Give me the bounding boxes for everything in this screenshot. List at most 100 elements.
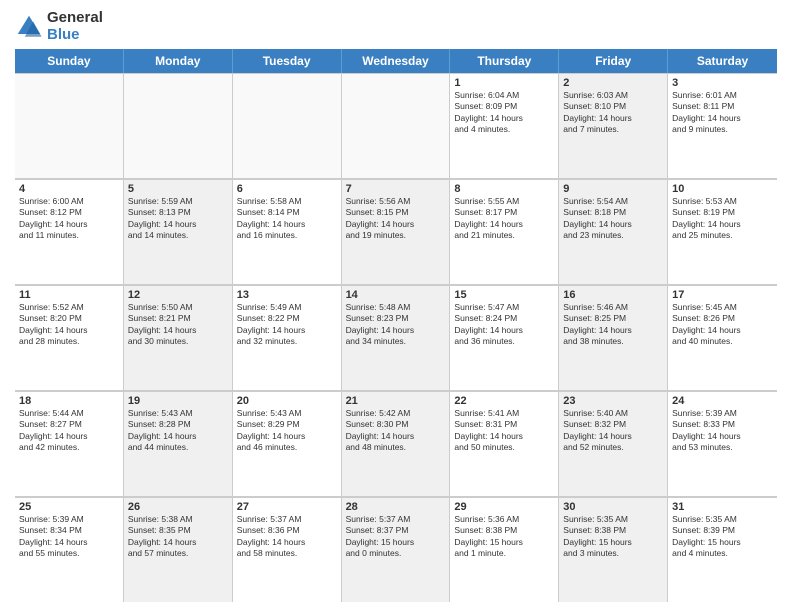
calendar-cell-3: 3Sunrise: 6:01 AM Sunset: 8:11 PM Daylig… (668, 74, 777, 178)
day-number: 16 (563, 289, 663, 301)
calendar-cell-24: 24Sunrise: 5:39 AM Sunset: 8:33 PM Dayli… (668, 392, 777, 496)
day-details: Sunrise: 5:40 AM Sunset: 8:32 PM Dayligh… (563, 408, 663, 454)
day-number: 19 (128, 395, 228, 407)
day-details: Sunrise: 5:44 AM Sunset: 8:27 PM Dayligh… (19, 408, 119, 454)
day-details: Sunrise: 5:36 AM Sunset: 8:38 PM Dayligh… (454, 514, 554, 560)
calendar-cell-2: 2Sunrise: 6:03 AM Sunset: 8:10 PM Daylig… (559, 74, 668, 178)
day-details: Sunrise: 5:37 AM Sunset: 8:37 PM Dayligh… (346, 514, 446, 560)
day-number: 21 (346, 395, 446, 407)
day-details: Sunrise: 5:59 AM Sunset: 8:13 PM Dayligh… (128, 196, 228, 242)
calendar-row-4: 25Sunrise: 5:39 AM Sunset: 8:34 PM Dayli… (15, 497, 777, 602)
logo-text: General Blue (47, 10, 103, 43)
header-day-friday: Friday (559, 49, 668, 73)
calendar-cell-26: 26Sunrise: 5:38 AM Sunset: 8:35 PM Dayli… (124, 498, 233, 602)
calendar-cell-23: 23Sunrise: 5:40 AM Sunset: 8:32 PM Dayli… (559, 392, 668, 496)
day-details: Sunrise: 5:58 AM Sunset: 8:14 PM Dayligh… (237, 196, 337, 242)
calendar-header: SundayMondayTuesdayWednesdayThursdayFrid… (15, 49, 777, 73)
day-number: 26 (128, 501, 228, 513)
day-details: Sunrise: 5:56 AM Sunset: 8:15 PM Dayligh… (346, 196, 446, 242)
calendar-row-1: 4Sunrise: 6:00 AM Sunset: 8:12 PM Daylig… (15, 179, 777, 285)
header-day-tuesday: Tuesday (233, 49, 342, 73)
day-number: 10 (672, 183, 773, 195)
calendar-cell-25: 25Sunrise: 5:39 AM Sunset: 8:34 PM Dayli… (15, 498, 124, 602)
calendar-cell-30: 30Sunrise: 5:35 AM Sunset: 8:38 PM Dayli… (559, 498, 668, 602)
day-details: Sunrise: 5:39 AM Sunset: 8:34 PM Dayligh… (19, 514, 119, 560)
day-details: Sunrise: 5:35 AM Sunset: 8:38 PM Dayligh… (563, 514, 663, 560)
day-details: Sunrise: 5:43 AM Sunset: 8:29 PM Dayligh… (237, 408, 337, 454)
calendar-cell-8: 8Sunrise: 5:55 AM Sunset: 8:17 PM Daylig… (450, 180, 559, 284)
day-number: 4 (19, 183, 119, 195)
header-day-saturday: Saturday (668, 49, 777, 73)
calendar-cell-14: 14Sunrise: 5:48 AM Sunset: 8:23 PM Dayli… (342, 286, 451, 390)
day-number: 20 (237, 395, 337, 407)
day-number: 17 (672, 289, 773, 301)
calendar-cell-11: 11Sunrise: 5:52 AM Sunset: 8:20 PM Dayli… (15, 286, 124, 390)
calendar-cell-1: 1Sunrise: 6:04 AM Sunset: 8:09 PM Daylig… (450, 74, 559, 178)
day-number: 22 (454, 395, 554, 407)
day-details: Sunrise: 6:03 AM Sunset: 8:10 PM Dayligh… (563, 90, 663, 136)
calendar-cell-empty-0 (15, 74, 124, 178)
day-details: Sunrise: 5:37 AM Sunset: 8:36 PM Dayligh… (237, 514, 337, 560)
logo: General Blue (15, 10, 103, 43)
day-number: 14 (346, 289, 446, 301)
day-details: Sunrise: 5:49 AM Sunset: 8:22 PM Dayligh… (237, 302, 337, 348)
day-number: 30 (563, 501, 663, 513)
day-number: 6 (237, 183, 337, 195)
calendar-body: 1Sunrise: 6:04 AM Sunset: 8:09 PM Daylig… (15, 73, 777, 602)
calendar-cell-13: 13Sunrise: 5:49 AM Sunset: 8:22 PM Dayli… (233, 286, 342, 390)
calendar-cell-21: 21Sunrise: 5:42 AM Sunset: 8:30 PM Dayli… (342, 392, 451, 496)
calendar-row-3: 18Sunrise: 5:44 AM Sunset: 8:27 PM Dayli… (15, 391, 777, 497)
day-details: Sunrise: 5:38 AM Sunset: 8:35 PM Dayligh… (128, 514, 228, 560)
day-number: 11 (19, 289, 119, 301)
day-number: 15 (454, 289, 554, 301)
calendar-cell-31: 31Sunrise: 5:35 AM Sunset: 8:39 PM Dayli… (668, 498, 777, 602)
day-details: Sunrise: 5:50 AM Sunset: 8:21 PM Dayligh… (128, 302, 228, 348)
day-number: 5 (128, 183, 228, 195)
day-number: 3 (672, 77, 773, 89)
day-details: Sunrise: 6:01 AM Sunset: 8:11 PM Dayligh… (672, 90, 773, 136)
calendar-cell-empty-2 (233, 74, 342, 178)
day-details: Sunrise: 5:39 AM Sunset: 8:33 PM Dayligh… (672, 408, 773, 454)
calendar: SundayMondayTuesdayWednesdayThursdayFrid… (15, 49, 777, 602)
day-details: Sunrise: 5:43 AM Sunset: 8:28 PM Dayligh… (128, 408, 228, 454)
day-details: Sunrise: 5:45 AM Sunset: 8:26 PM Dayligh… (672, 302, 773, 348)
calendar-cell-9: 9Sunrise: 5:54 AM Sunset: 8:18 PM Daylig… (559, 180, 668, 284)
day-number: 23 (563, 395, 663, 407)
calendar-cell-17: 17Sunrise: 5:45 AM Sunset: 8:26 PM Dayli… (668, 286, 777, 390)
day-details: Sunrise: 5:53 AM Sunset: 8:19 PM Dayligh… (672, 196, 773, 242)
day-number: 1 (454, 77, 554, 89)
logo-icon (15, 13, 43, 41)
day-number: 24 (672, 395, 773, 407)
calendar-cell-6: 6Sunrise: 5:58 AM Sunset: 8:14 PM Daylig… (233, 180, 342, 284)
day-details: Sunrise: 5:35 AM Sunset: 8:39 PM Dayligh… (672, 514, 773, 560)
day-number: 7 (346, 183, 446, 195)
calendar-cell-22: 22Sunrise: 5:41 AM Sunset: 8:31 PM Dayli… (450, 392, 559, 496)
header-day-sunday: Sunday (15, 49, 124, 73)
calendar-cell-5: 5Sunrise: 5:59 AM Sunset: 8:13 PM Daylig… (124, 180, 233, 284)
calendar-cell-16: 16Sunrise: 5:46 AM Sunset: 8:25 PM Dayli… (559, 286, 668, 390)
day-number: 12 (128, 289, 228, 301)
calendar-cell-18: 18Sunrise: 5:44 AM Sunset: 8:27 PM Dayli… (15, 392, 124, 496)
header: General Blue (15, 10, 777, 43)
calendar-cell-10: 10Sunrise: 5:53 AM Sunset: 8:19 PM Dayli… (668, 180, 777, 284)
day-details: Sunrise: 6:00 AM Sunset: 8:12 PM Dayligh… (19, 196, 119, 242)
calendar-cell-12: 12Sunrise: 5:50 AM Sunset: 8:21 PM Dayli… (124, 286, 233, 390)
header-day-monday: Monday (124, 49, 233, 73)
calendar-cell-empty-3 (342, 74, 451, 178)
calendar-cell-19: 19Sunrise: 5:43 AM Sunset: 8:28 PM Dayli… (124, 392, 233, 496)
calendar-cell-29: 29Sunrise: 5:36 AM Sunset: 8:38 PM Dayli… (450, 498, 559, 602)
calendar-cell-4: 4Sunrise: 6:00 AM Sunset: 8:12 PM Daylig… (15, 180, 124, 284)
day-details: Sunrise: 5:42 AM Sunset: 8:30 PM Dayligh… (346, 408, 446, 454)
day-number: 28 (346, 501, 446, 513)
day-details: Sunrise: 5:54 AM Sunset: 8:18 PM Dayligh… (563, 196, 663, 242)
day-number: 8 (454, 183, 554, 195)
day-number: 29 (454, 501, 554, 513)
header-day-thursday: Thursday (450, 49, 559, 73)
day-details: Sunrise: 5:47 AM Sunset: 8:24 PM Dayligh… (454, 302, 554, 348)
calendar-cell-27: 27Sunrise: 5:37 AM Sunset: 8:36 PM Dayli… (233, 498, 342, 602)
calendar-cell-28: 28Sunrise: 5:37 AM Sunset: 8:37 PM Dayli… (342, 498, 451, 602)
day-number: 13 (237, 289, 337, 301)
day-number: 31 (672, 501, 773, 513)
calendar-cell-empty-1 (124, 74, 233, 178)
header-day-wednesday: Wednesday (342, 49, 451, 73)
